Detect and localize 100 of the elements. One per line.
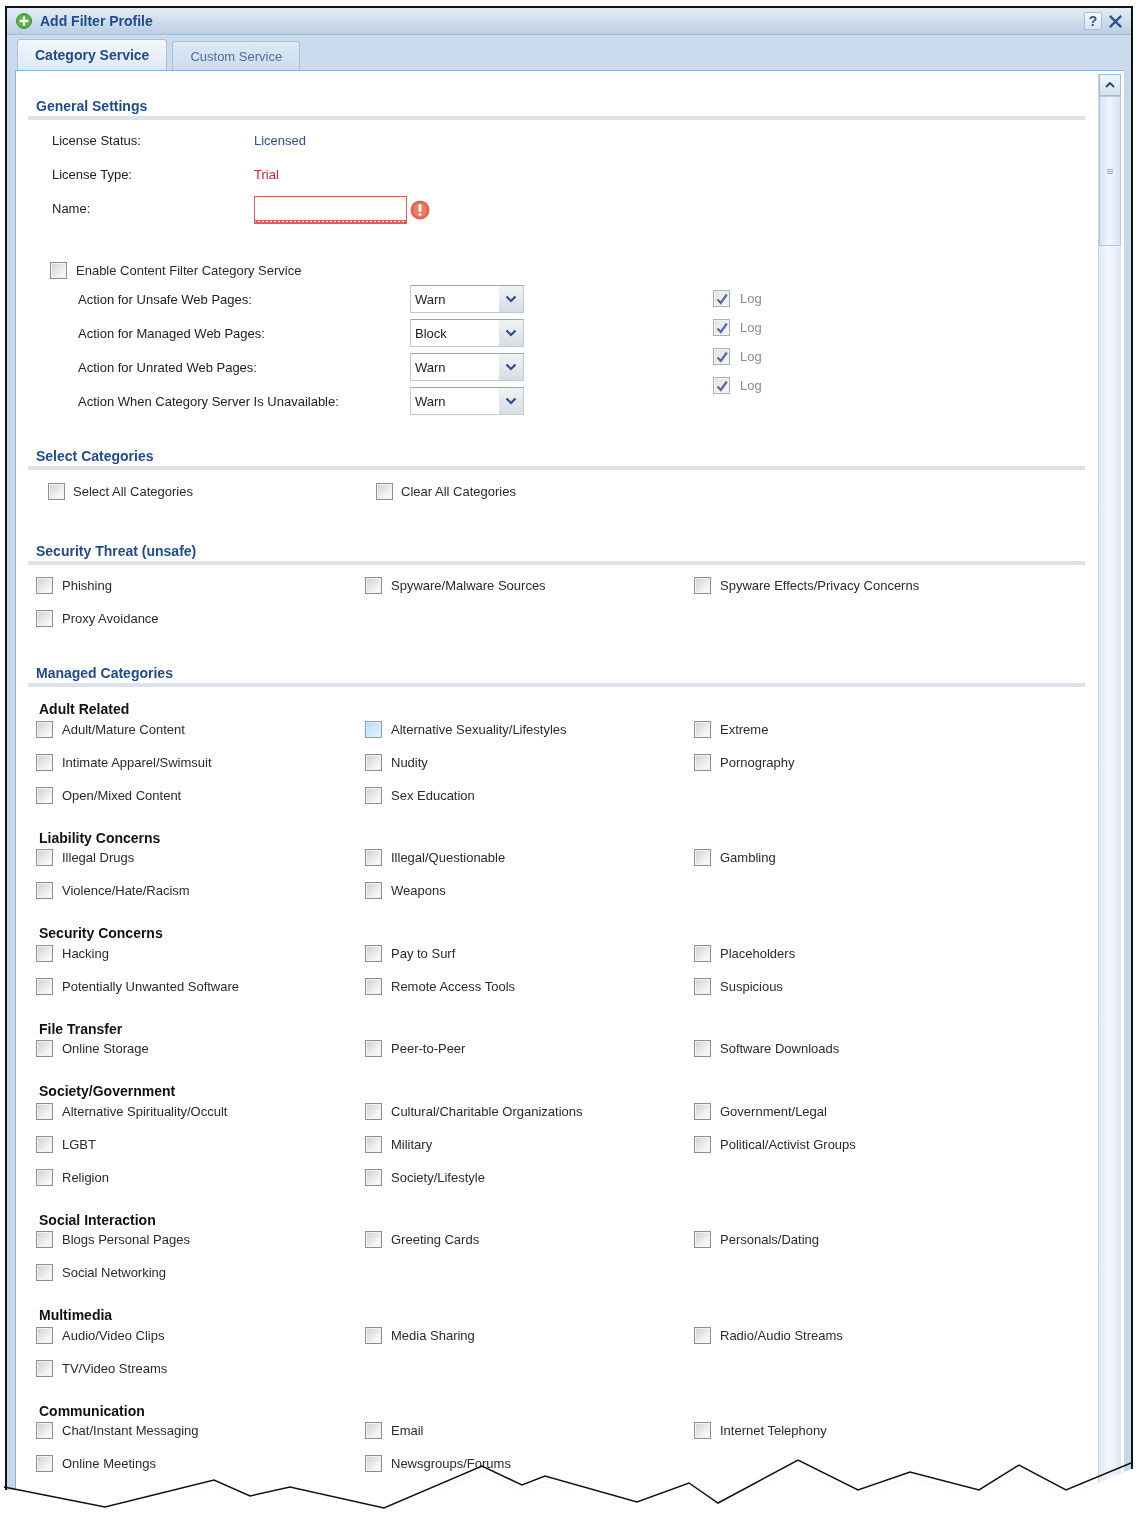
checkbox[interactable] [365, 1455, 382, 1472]
checkbox[interactable] [36, 1264, 53, 1281]
checkbox[interactable] [365, 1422, 382, 1439]
checkbox[interactable] [36, 1455, 53, 1472]
category-label: Chat/Instant Messaging [62, 1423, 199, 1438]
checkbox[interactable] [365, 786, 382, 804]
checkbox[interactable] [36, 1422, 53, 1439]
section-heading: Security Threat (unsafe) [36, 543, 197, 560]
help-button[interactable]: ? [1084, 12, 1102, 30]
checkbox[interactable] [36, 944, 53, 962]
checkbox[interactable] [36, 609, 53, 627]
checkbox[interactable] [694, 849, 711, 866]
section-heading: General Settings [36, 98, 148, 115]
action-label: Action When Category Server Is Unavailable: [78, 393, 340, 409]
category-label: Radio/Audio Streams [720, 1327, 843, 1343]
checkbox[interactable] [36, 720, 53, 738]
checkbox[interactable] [694, 944, 711, 962]
checkbox[interactable] [694, 576, 711, 594]
checkbox[interactable] [36, 1040, 53, 1057]
checkbox[interactable] [694, 753, 711, 771]
checkbox[interactable] [694, 1135, 711, 1153]
checkbox[interactable] [376, 482, 393, 500]
category-label: Government/Legal [720, 1103, 827, 1119]
checkbox[interactable] [365, 1135, 382, 1153]
checkbox[interactable] [36, 1231, 53, 1248]
checkbox[interactable] [365, 944, 382, 962]
checkbox[interactable] [365, 720, 382, 738]
category-label: Remote Access Tools [391, 978, 516, 994]
action-label: Action for Unrated Web Pages: [78, 359, 258, 375]
scroll-up-button[interactable] [1099, 74, 1121, 96]
group-title: File Transfer [39, 1020, 123, 1037]
category-label: Intimate Apparel/Swimsuit [62, 754, 212, 770]
name-field[interactable] [254, 196, 407, 224]
field-value: Trial [254, 166, 279, 182]
log-label: Log [740, 349, 762, 364]
category-label: Proxy Avoidance [62, 610, 159, 626]
category-label: Software Downloads [720, 1041, 840, 1056]
checkbox[interactable] [36, 1168, 53, 1186]
category-label: Alternative Spirituality/Occult [62, 1103, 228, 1119]
checkbox[interactable] [694, 1422, 711, 1439]
checkbox[interactable] [694, 1326, 711, 1344]
action-dropdown[interactable]: Warn [410, 387, 524, 415]
checkbox[interactable] [365, 753, 382, 771]
group-title: Communication [39, 1402, 145, 1419]
category-label: Online Storage [62, 1041, 149, 1056]
checkbox[interactable] [365, 1102, 382, 1120]
action-dropdown[interactable]: Warn [410, 353, 524, 381]
group-title: Society/Government [39, 1083, 176, 1099]
category-label: Cultural/Charitable Organizations [391, 1103, 583, 1119]
checkbox[interactable] [694, 720, 711, 738]
group-title: Security Concerns [39, 925, 163, 941]
category-label: Peer-to-Peer [391, 1041, 466, 1056]
grip-icon [1107, 168, 1113, 174]
checkbox[interactable] [48, 482, 65, 500]
scrollbar-thumb[interactable] [1099, 96, 1121, 246]
category-label: Extreme [720, 721, 769, 737]
checkbox[interactable] [36, 882, 53, 899]
checkbox[interactable] [694, 1040, 711, 1057]
checkbox[interactable] [36, 576, 53, 594]
tab[interactable]: Custom Service [172, 41, 301, 70]
checkbox[interactable] [36, 977, 53, 995]
category-label: Audio/Video Clips [62, 1327, 165, 1343]
category-label: Greeting Cards [391, 1232, 480, 1247]
category-label: Social Networking [62, 1265, 167, 1280]
category-label: Blogs Personal Pages [62, 1232, 190, 1247]
field-label: License Type: [52, 166, 133, 182]
checkbox[interactable] [365, 882, 382, 899]
category-label: Weapons [391, 883, 446, 898]
checkbox[interactable] [36, 1135, 53, 1153]
checkbox[interactable] [36, 1326, 53, 1344]
category-label: Personals/Dating [720, 1232, 819, 1247]
action-dropdown[interactable]: Block [410, 319, 524, 347]
group-title: Social Interaction [39, 1211, 156, 1228]
checkbox[interactable] [694, 1231, 711, 1248]
checkbox[interactable] [365, 1326, 382, 1344]
checkbox[interactable] [50, 261, 67, 279]
checkbox[interactable] [365, 1040, 382, 1057]
checkbox[interactable] [36, 1102, 53, 1120]
checkbox[interactable] [365, 576, 382, 594]
checkbox[interactable] [365, 977, 382, 995]
checkbox[interactable] [36, 1359, 53, 1377]
tab[interactable]: Category Service [17, 39, 168, 70]
checkbox[interactable] [365, 1168, 382, 1186]
field-value: Licensed [254, 132, 307, 148]
category-label: Alternative Sexuality/Lifestyles [391, 721, 567, 737]
category-label: Potentially Unwanted Software [62, 978, 240, 994]
category-label: Pornography [720, 754, 795, 770]
group-title: Multimedia [39, 1307, 113, 1323]
category-label: Placeholders [720, 945, 796, 961]
action-dropdown[interactable]: Warn [410, 285, 524, 313]
category-label: Nudity [391, 754, 428, 770]
checkbox[interactable] [365, 849, 382, 866]
checkbox[interactable] [694, 977, 711, 995]
close-icon[interactable] [1108, 13, 1123, 29]
checkbox[interactable] [36, 786, 53, 804]
checkbox[interactable] [36, 753, 53, 771]
checkbox[interactable] [36, 849, 53, 866]
checkbox-label: Enable Content Filter Category Service [76, 262, 302, 278]
checkbox[interactable] [365, 1231, 382, 1248]
checkbox[interactable] [694, 1102, 711, 1120]
